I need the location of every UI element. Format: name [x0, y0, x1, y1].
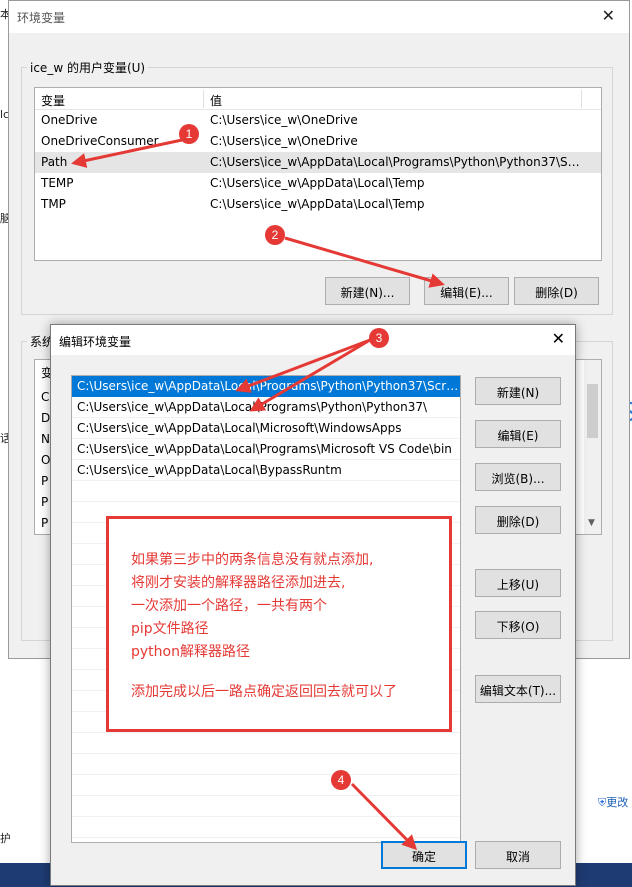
variable-value: C:\Users\ice_w\OneDrive: [210, 113, 358, 127]
variable-name: C: [41, 390, 50, 404]
title-bar: 编辑环境变量 ✕: [51, 325, 575, 355]
scrollbar-thumb[interactable]: [587, 384, 598, 438]
close-icon[interactable]: ✕: [552, 329, 565, 348]
ok-button[interactable]: 确定: [381, 841, 467, 869]
scroll-down-icon[interactable]: ▼: [588, 518, 595, 528]
step-badge-4: 4: [331, 770, 351, 790]
shield-icon: ⛨: [598, 796, 607, 809]
annotation-text: python解释器路径: [131, 644, 250, 660]
annotation-text: pip文件路径: [131, 621, 209, 637]
vertical-scrollbar[interactable]: ▼: [584, 360, 601, 534]
variable-name: Path: [41, 155, 68, 169]
variable-value: C:\Users\ice_w\AppData\Local\Temp: [210, 197, 425, 211]
move-up-button[interactable]: 上移(U): [475, 569, 561, 597]
desktop-label-fragment: 护: [0, 832, 10, 845]
column-header-variable[interactable]: 变量: [41, 92, 65, 109]
variable-value: C:\Users\ice_w\AppData\Local\Temp: [210, 176, 425, 190]
variable-value: C:\Users\ice_w\OneDrive: [210, 134, 358, 148]
variable-name: TEMP: [41, 176, 74, 190]
edit-path-button[interactable]: 编辑(E): [475, 420, 561, 448]
browse-button[interactable]: 浏览(B)...: [475, 463, 561, 491]
title-bar: 环境变量 ✕: [9, 1, 629, 33]
variable-name: OneDrive: [41, 113, 98, 127]
step-badge-1: 1: [179, 124, 199, 144]
window-title: 环境变量: [17, 11, 66, 25]
annotation-text: 将刚才安装的解释器路径添加进去,: [131, 575, 346, 591]
path-item[interactable]: C:\Users\ice_w\AppData\Local\Programs\Py…: [72, 397, 460, 418]
annotation-text: 如果第三步中的两条信息没有就点添加,: [131, 552, 374, 568]
list-header: 变量 值: [35, 88, 601, 110]
variable-name: OneDriveConsumer: [41, 134, 159, 148]
column-header-value[interactable]: 值: [210, 92, 222, 109]
column-divider: [581, 90, 582, 108]
new-user-variable-button[interactable]: 新建(N)...: [325, 277, 410, 305]
table-row-selected[interactable]: Path C:\Users\ice_w\AppData\Local\Progra…: [35, 152, 601, 173]
user-variables-label: ice_w 的用户变量(U): [27, 59, 149, 76]
edit-user-variable-button[interactable]: 编辑(E)...: [424, 277, 509, 305]
move-down-button[interactable]: 下移(O): [475, 611, 561, 639]
variable-name: P: [41, 516, 49, 530]
annotation-text: 添加完成以后一路点确定返回回去就可以了: [131, 684, 397, 700]
path-item-selected[interactable]: C:\Users\ice_w\AppData\Local\Programs\Py…: [72, 376, 460, 397]
close-icon[interactable]: ✕: [602, 6, 615, 25]
new-path-button[interactable]: 新建(N): [475, 377, 561, 405]
table-row[interactable]: OneDrive C:\Users\ice_w\OneDrive: [35, 110, 601, 131]
table-row[interactable]: OneDriveConsumer C:\Users\ice_w\OneDrive: [35, 131, 601, 152]
change-settings-link[interactable]: ⛨更改: [598, 794, 628, 810]
variable-name: P: [41, 495, 49, 509]
dialog-title: 编辑环境变量: [59, 335, 132, 349]
variable-value: C:\Users\ice_w\AppData\Local\Programs\Py…: [210, 155, 582, 169]
edit-text-button[interactable]: 编辑文本(T)...: [475, 675, 561, 703]
path-item[interactable]: C:\Users\ice_w\AppData\Local\Microsoft\W…: [72, 418, 460, 439]
column-divider: [203, 90, 204, 108]
delete-user-variable-button[interactable]: 删除(D): [514, 277, 599, 305]
annotation-text: 一次添加一个路径，一共有两个: [131, 598, 327, 614]
step-badge-3: 3: [369, 328, 389, 348]
path-item[interactable]: C:\Users\ice_w\AppData\Local\BypassRuntm: [72, 460, 460, 481]
user-variables-list[interactable]: 变量 值 OneDrive C:\Users\ice_w\OneDrive On…: [34, 87, 602, 261]
variable-name: D: [41, 411, 51, 425]
cancel-button[interactable]: 取消: [475, 841, 561, 869]
table-row[interactable]: TMP C:\Users\ice_w\AppData\Local\Temp: [35, 194, 601, 215]
variable-name: TMP: [41, 197, 66, 211]
variable-name: N: [41, 432, 50, 446]
delete-path-button[interactable]: 删除(D): [475, 506, 561, 534]
annotation-box: 如果第三步中的两条信息没有就点添加, 将刚才安装的解释器路径添加进去, 一次添加…: [106, 516, 452, 732]
table-row[interactable]: TEMP C:\Users\ice_w\AppData\Local\Temp: [35, 173, 601, 194]
path-item[interactable]: C:\Users\ice_w\AppData\Local\Programs\Mi…: [72, 439, 460, 460]
step-badge-2: 2: [265, 225, 285, 245]
variable-name: P: [41, 474, 49, 488]
